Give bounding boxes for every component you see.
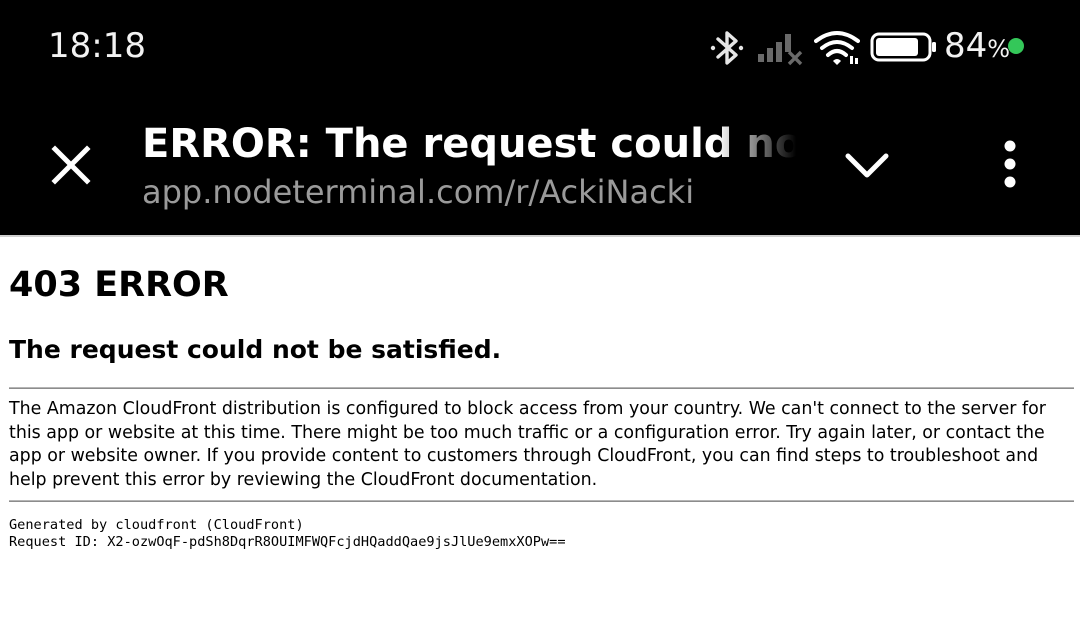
- status-bar: 18:18 84%: [0, 0, 1080, 96]
- generated-by-text: Generated by cloudfront (CloudFront): [9, 517, 304, 533]
- bluetooth-icon: [710, 31, 744, 65]
- chevron-down-icon[interactable]: [840, 144, 894, 188]
- close-icon[interactable]: [44, 138, 98, 192]
- custom-tab-toolbar: ERROR: The request could not be satisfie…: [0, 96, 1080, 235]
- url-text[interactable]: app.nodeterminal.com/r/AckiNacki: [142, 170, 802, 214]
- page-title-container: ERROR: The request could not be satisfie…: [142, 116, 796, 172]
- clock: 18:18: [48, 26, 146, 66]
- wifi-icon: [814, 31, 860, 65]
- battery-percent-value: 84: [944, 26, 988, 66]
- battery-percent: 84%: [944, 26, 1010, 66]
- cell-signal-icon: [758, 34, 803, 66]
- battery-percent-unit: %: [987, 35, 1011, 63]
- error-heading: 403 ERROR: [9, 265, 229, 305]
- request-id-text: Request ID: X2-ozwOqF-pdSh8DqrR8OUIMFWQF…: [9, 534, 566, 550]
- toolbar-divider: [0, 235, 1080, 237]
- more-vert-icon[interactable]: [990, 136, 1030, 192]
- privacy-indicator-dot: [1008, 38, 1024, 54]
- divider: [9, 500, 1074, 502]
- battery-icon: [870, 32, 936, 62]
- error-description: The Amazon CloudFront distribution is co…: [9, 399, 1046, 490]
- divider: [9, 387, 1074, 389]
- page-title: ERROR: The request could not be satisfie…: [142, 121, 796, 167]
- error-subheading: The request could not be satisfied.: [9, 335, 502, 364]
